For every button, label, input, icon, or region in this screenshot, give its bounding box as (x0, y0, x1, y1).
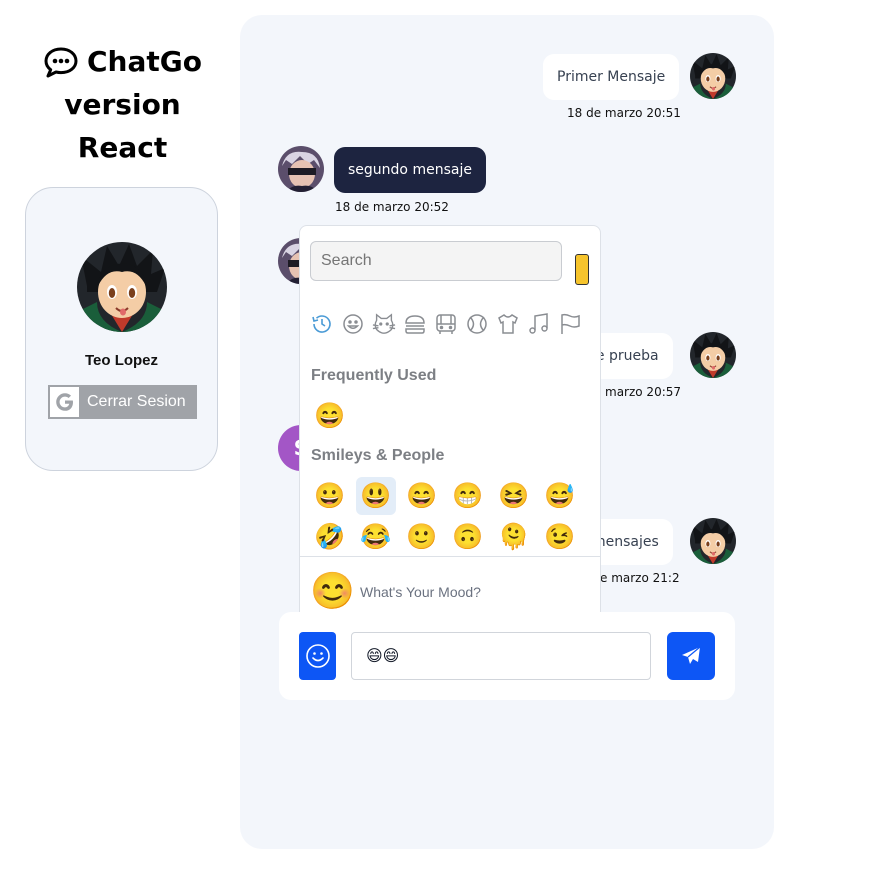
brand-subtitle-2: React (77, 131, 168, 164)
profile-name: Teo Lopez (84, 352, 159, 369)
emoji-item[interactable]: 😉 (540, 518, 580, 556)
message-timestamp: 18 de marzo 20:51 (567, 106, 681, 120)
emoji-item[interactable]: 🙃 (448, 518, 488, 556)
google-g-icon (50, 387, 79, 417)
emoji-item[interactable]: 😃 (356, 477, 396, 515)
logout-label: Cerrar Sesion (87, 393, 186, 410)
profile-card: Teo Lopez Cerrar Sesion (25, 187, 218, 471)
message-timestamp: 18 de marzo 20:52 (335, 200, 449, 214)
smiley-face-icon (305, 644, 330, 668)
avatar (77, 242, 167, 332)
emoji-category-bar (310, 312, 582, 340)
clock-icon[interactable] (310, 312, 334, 336)
mood-label: What's Your Mood? (360, 584, 481, 600)
emoji-item[interactable]: 😀 (310, 477, 350, 515)
emoji-picker: Frequently Used 😄 Smileys & People 😀 😃 😄… (299, 225, 601, 627)
send-plane-icon (682, 646, 701, 664)
smiley-icon[interactable] (341, 312, 365, 336)
send-button[interactable] (667, 632, 715, 680)
emoji-item[interactable]: 😂 (356, 518, 396, 556)
emoji-item[interactable]: 😄 (310, 397, 350, 435)
logout-button[interactable]: Cerrar Sesion (48, 385, 197, 419)
brand-subtitle: version (64, 88, 181, 121)
message-timestamp: e marzo 21:2 (600, 571, 680, 585)
message-bubble: segundo mensaje (334, 147, 486, 193)
chat-bubble-icon (44, 47, 78, 77)
skin-tone-button[interactable] (575, 254, 589, 285)
cat-icon[interactable] (372, 312, 396, 336)
emoji-item[interactable]: 😄 (402, 477, 442, 515)
emoji-toggle-button[interactable] (299, 632, 336, 680)
emoji-item[interactable]: 🙂 (402, 518, 442, 556)
avatar (690, 518, 736, 564)
music-icon[interactable] (527, 312, 551, 336)
emoji-item[interactable]: 😆 (494, 477, 534, 515)
avatar (690, 53, 736, 99)
emoji-item[interactable]: 😅 (540, 477, 580, 515)
emoji-item[interactable]: 🫠 (494, 518, 534, 556)
bus-icon[interactable] (434, 312, 458, 336)
message-composer: 😄😄 (279, 612, 735, 700)
avatar (690, 332, 736, 378)
message-input[interactable]: 😄😄 (351, 632, 651, 680)
mood-emoji: 😊 (310, 570, 355, 611)
app-brand: ChatGo version React (20, 40, 225, 169)
shirt-icon[interactable] (496, 312, 520, 336)
emoji-item[interactable]: 😁 (448, 477, 488, 515)
emoji-search-input[interactable] (310, 241, 562, 281)
ball-icon[interactable] (465, 312, 489, 336)
brand-title: ChatGo (87, 45, 202, 78)
avatar (278, 146, 324, 192)
message-bubble: Primer Mensaje (543, 54, 680, 100)
flag-icon[interactable] (558, 312, 582, 336)
smileys-people-title: Smileys & People (311, 447, 445, 464)
emoji-item[interactable]: 🤣 (310, 518, 350, 556)
frequently-used-title: Frequently Used (311, 367, 437, 384)
burger-icon[interactable] (403, 312, 427, 336)
message-timestamp: marzo 20:57 (605, 385, 682, 399)
